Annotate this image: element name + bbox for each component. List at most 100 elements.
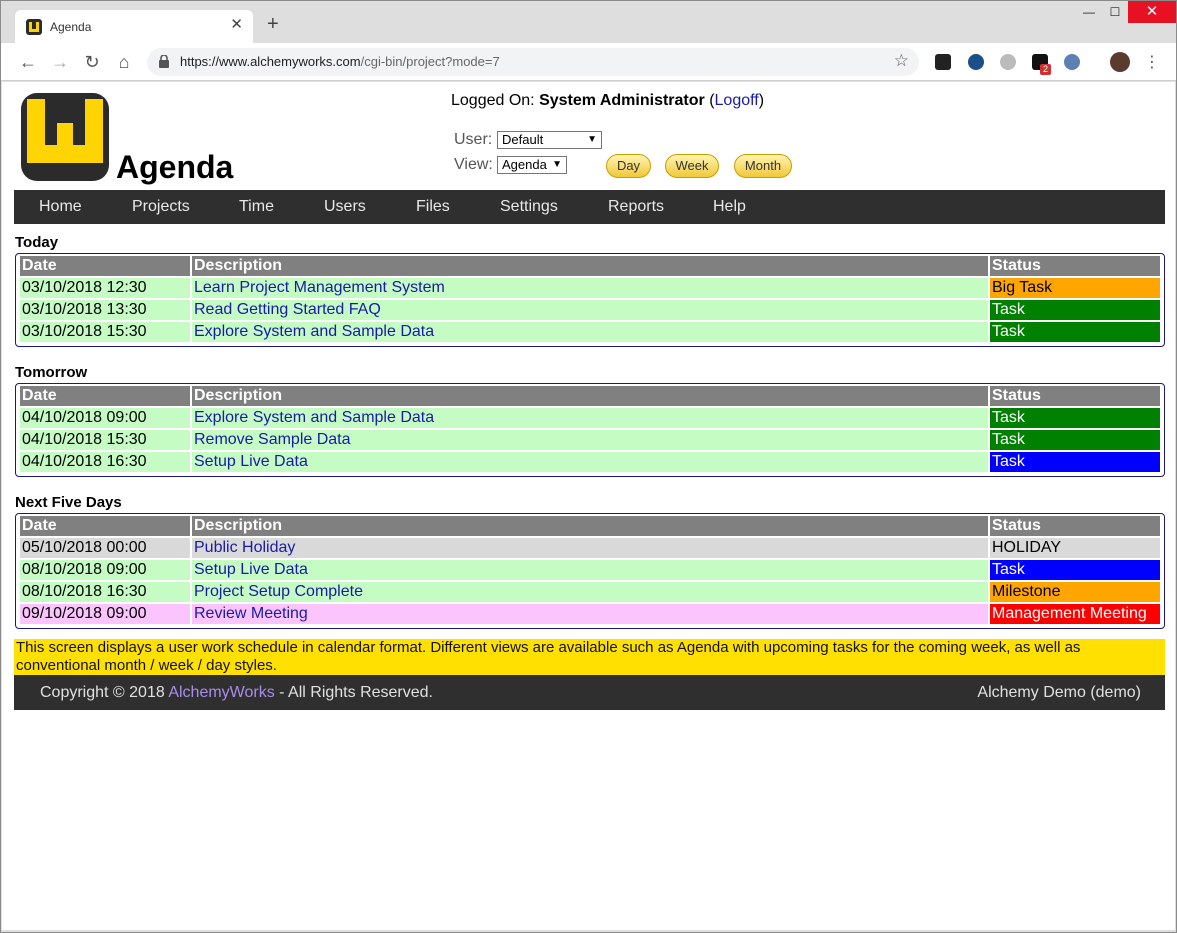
- page-viewport: Agenda Logged On: System Administrator (…: [2, 82, 1175, 930]
- profile-avatar[interactable]: [1110, 52, 1130, 72]
- agenda-table-tomorrow: Date Description Status 04/10/2018 09:00…: [15, 383, 1165, 477]
- row-date: 04/10/2018 09:00: [20, 408, 190, 430]
- task-link[interactable]: Remove Sample Data: [194, 431, 351, 448]
- nav-home[interactable]: Home: [39, 198, 82, 216]
- row-description: Setup Live Data: [192, 452, 988, 474]
- user-label: User:: [454, 131, 493, 148]
- status-badge: Task: [990, 430, 1160, 452]
- status-badge: Task: [990, 560, 1160, 582]
- day-button[interactable]: Day: [606, 154, 651, 178]
- task-link[interactable]: Read Getting Started FAQ: [194, 301, 381, 318]
- address-bar[interactable]: https://www.alchemyworks.com/cgi-bin/pro…: [147, 48, 919, 76]
- section-title-today: Today: [15, 234, 59, 251]
- row-description: Explore System and Sample Data: [192, 408, 988, 430]
- window-maximize-icon[interactable]: ☐: [1100, 1, 1130, 23]
- forward-arrow-icon[interactable]: →: [49, 51, 71, 73]
- status-badge: Task: [990, 322, 1160, 344]
- back-arrow-icon[interactable]: ←: [17, 51, 39, 73]
- row-date: 03/10/2018 15:30: [20, 322, 190, 344]
- column-header-status: Status: [990, 386, 1160, 408]
- row-date: 05/10/2018 00:00: [20, 538, 190, 560]
- row-date: 04/10/2018 15:30: [20, 430, 190, 452]
- row-description: Explore System and Sample Data: [192, 322, 988, 344]
- reload-icon[interactable]: ↻: [81, 51, 103, 73]
- task-link[interactable]: Explore System and Sample Data: [194, 323, 434, 340]
- row-date: 04/10/2018 16:30: [20, 452, 190, 474]
- task-link[interactable]: Setup Live Data: [194, 561, 308, 578]
- table-row: 04/10/2018 16:30 Setup Live Data Task: [20, 452, 1160, 474]
- status-badge: Task: [990, 452, 1160, 474]
- chevron-down-icon: ▼: [552, 159, 562, 170]
- row-date: 08/10/2018 16:30: [20, 582, 190, 604]
- tab-strip: Agenda ✕ + — ☐ ✕: [1, 1, 1176, 43]
- extension-e-icon[interactable]: [968, 54, 984, 70]
- column-header-description: Description: [192, 516, 988, 538]
- table-row: 05/10/2018 00:00 Public Holiday HOLIDAY: [20, 538, 1160, 560]
- extension-circle-icon[interactable]: [1000, 54, 1016, 70]
- month-button[interactable]: Month: [734, 154, 792, 178]
- bookmark-star-icon[interactable]: ☆: [894, 51, 909, 71]
- extension-blackberry-icon[interactable]: [935, 54, 951, 70]
- agenda-table-today: Date Description Status 03/10/2018 12:30…: [15, 253, 1165, 347]
- new-tab-icon[interactable]: +: [267, 14, 279, 34]
- tab-close-icon[interactable]: ✕: [230, 17, 243, 33]
- view-select[interactable]: Agenda ▼: [497, 156, 567, 174]
- task-link[interactable]: Project Setup Complete: [194, 583, 363, 600]
- status-badge: Task: [990, 408, 1160, 430]
- table-row: 03/10/2018 13:30 Read Getting Started FAQ…: [20, 300, 1160, 322]
- nav-settings[interactable]: Settings: [500, 198, 558, 216]
- table-row: 09/10/2018 09:00 Review Meeting Management…: [20, 604, 1160, 626]
- status-badge: Milestone: [990, 582, 1160, 604]
- row-date: 03/10/2018 12:30: [20, 278, 190, 300]
- row-date: 09/10/2018 09:00: [20, 604, 190, 626]
- table-header-row: Date Description Status: [20, 516, 1160, 538]
- tab-title: Agenda: [50, 20, 92, 34]
- view-label: View:: [454, 156, 493, 173]
- site-favicon-icon: [26, 19, 42, 35]
- nav-help[interactable]: Help: [713, 198, 746, 216]
- week-button[interactable]: Week: [665, 154, 719, 178]
- nav-files[interactable]: Files: [416, 198, 450, 216]
- nav-users[interactable]: Users: [324, 198, 366, 216]
- table-row: 08/10/2018 09:00 Setup Live Data Task: [20, 560, 1160, 582]
- url-text: https://www.alchemyworks.com/cgi-bin/pro…: [180, 54, 500, 69]
- main-nav: Home Projects Time Users Files Settings …: [14, 190, 1165, 224]
- home-icon[interactable]: ⌂: [113, 51, 135, 73]
- row-date: 03/10/2018 13:30: [20, 300, 190, 322]
- browser-window: Agenda ✕ + — ☐ ✕ ← → ↻ ⌂ https://www.alc…: [0, 0, 1177, 933]
- column-header-date: Date: [20, 516, 190, 538]
- nav-projects[interactable]: Projects: [132, 198, 190, 216]
- company-link[interactable]: AlchemyWorks: [168, 684, 274, 701]
- task-link[interactable]: Explore System and Sample Data: [194, 409, 434, 426]
- browser-toolbar: ← → ↻ ⌂ https://www.alchemyworks.com/cgi…: [1, 43, 1176, 81]
- row-description: Read Getting Started FAQ: [192, 300, 988, 322]
- task-link[interactable]: Setup Live Data: [194, 453, 308, 470]
- browser-menu-icon[interactable]: ⋮: [1144, 52, 1160, 72]
- column-header-description: Description: [192, 256, 988, 278]
- page-footer: Copyright © 2018 AlchemyWorks - All Righ…: [14, 675, 1165, 710]
- task-link[interactable]: Review Meeting: [194, 605, 308, 622]
- extension-badge: 2: [1040, 64, 1052, 75]
- column-header-date: Date: [20, 386, 190, 408]
- status-badge: Big Task: [990, 278, 1160, 300]
- row-description: Setup Live Data: [192, 560, 988, 582]
- row-date: 08/10/2018 09:00: [20, 560, 190, 582]
- nav-time[interactable]: Time: [239, 198, 274, 216]
- logged-on-info: Logged On: System Administrator (Logoff): [451, 92, 765, 109]
- status-badge: Management Meeting: [990, 604, 1160, 626]
- user-select[interactable]: Default ▼: [497, 131, 602, 149]
- row-description: Remove Sample Data: [192, 430, 988, 452]
- nav-reports[interactable]: Reports: [608, 198, 664, 216]
- task-link[interactable]: Public Holiday: [194, 539, 295, 556]
- status-badge: Task: [990, 300, 1160, 322]
- table-row: 04/10/2018 15:30 Remove Sample Data Task: [20, 430, 1160, 452]
- window-close-icon[interactable]: ✕: [1128, 1, 1176, 23]
- browser-tab[interactable]: Agenda ✕: [15, 10, 253, 43]
- task-link[interactable]: Learn Project Management System: [194, 279, 445, 296]
- logoff-link[interactable]: Logoff: [715, 92, 759, 109]
- status-badge: HOLIDAY: [990, 538, 1160, 560]
- column-header-date: Date: [20, 256, 190, 278]
- page-title: Agenda: [116, 149, 234, 185]
- section-title-tomorrow: Tomorrow: [15, 364, 88, 381]
- extension-globe-icon[interactable]: [1064, 54, 1080, 70]
